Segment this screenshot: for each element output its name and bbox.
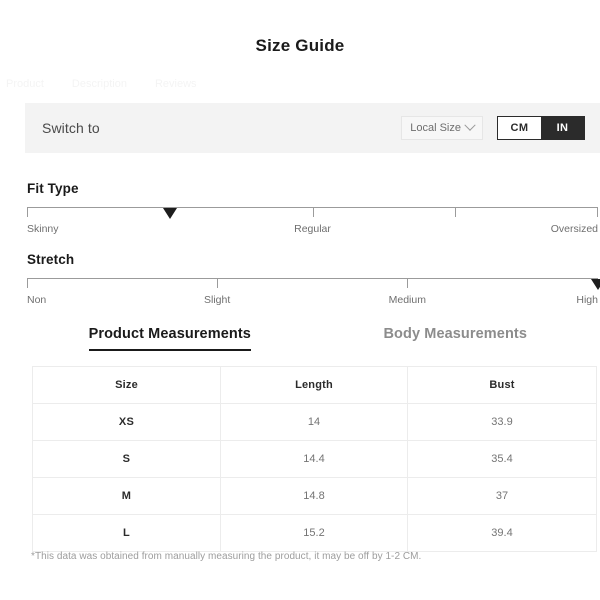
table-row: S 14.4 35.4 xyxy=(32,440,597,478)
page-title: Size Guide xyxy=(255,36,345,55)
cell-size: L xyxy=(32,514,221,552)
axis-tick xyxy=(312,208,314,217)
local-size-value: Local Size xyxy=(410,122,461,134)
switch-to-label: Switch to xyxy=(42,120,100,136)
table-row: XS 14 33.9 xyxy=(32,403,597,441)
axis-tick xyxy=(217,279,219,288)
column-header-size: Size xyxy=(32,366,221,404)
stretch-label-slight: Slight xyxy=(204,294,231,306)
chevron-down-icon xyxy=(464,119,476,131)
fit-type-meter: Fit Type Skinny Regular Oversized xyxy=(27,181,598,239)
tab-body-measurements[interactable]: Body Measurements xyxy=(313,326,599,351)
measurement-tabs: Product Measurements Body Measurements xyxy=(27,326,598,351)
fit-type-labels: Skinny Regular Oversized xyxy=(27,223,598,239)
stretch-label-non: Non xyxy=(27,294,47,306)
fit-type-label-regular: Regular xyxy=(294,223,331,235)
cell-length: 14.4 xyxy=(220,440,408,478)
cell-bust: 33.9 xyxy=(407,403,597,441)
unit-option-cm[interactable]: CM xyxy=(498,117,541,139)
cutoff-tab-strip: Product Description Reviews xyxy=(0,78,250,90)
fit-type-marker xyxy=(162,208,177,219)
fit-type-title: Fit Type xyxy=(27,181,79,196)
tab-cell-body: Body Measurements xyxy=(313,326,599,351)
stretch-labels: Non Slight Medium High xyxy=(27,294,598,310)
cutoff-fragment: Reviews xyxy=(155,78,197,90)
size-chart-table: Size Length Bust XS 14 33.9 S 14.4 35.4 … xyxy=(32,366,597,552)
axis-tick xyxy=(597,208,598,217)
stretch-meter: Stretch Non Slight Medium High xyxy=(27,252,600,310)
measurement-disclaimer: *This data was obtained from manually me… xyxy=(31,551,422,562)
tab-product-measurements[interactable]: Product Measurements xyxy=(88,326,251,351)
fit-type-axis xyxy=(27,207,598,219)
axis-tick xyxy=(27,208,28,217)
table-header-row: Size Length Bust xyxy=(32,366,597,404)
cell-size: S xyxy=(32,440,221,478)
cell-bust: 39.4 xyxy=(407,514,597,552)
fit-type-label-oversized: Oversized xyxy=(550,223,598,235)
stretch-label-high: High xyxy=(576,294,598,306)
cell-length: 14 xyxy=(220,403,408,441)
cutoff-fragment: Description xyxy=(72,78,127,90)
stretch-axis xyxy=(27,278,600,290)
local-size-dropdown[interactable]: Local Size xyxy=(401,116,483,140)
stretch-marker xyxy=(591,279,600,290)
cell-length: 15.2 xyxy=(220,514,408,552)
unit-toggle-group: CM IN xyxy=(497,116,585,140)
unit-switch-bar: Switch to Local Size CM IN xyxy=(25,103,600,153)
stretch-title: Stretch xyxy=(27,252,75,267)
column-header-length: Length xyxy=(220,366,408,404)
unit-option-in[interactable]: IN xyxy=(541,117,584,139)
cell-size: XS xyxy=(32,403,221,441)
cell-bust: 37 xyxy=(407,477,597,515)
cell-size: M xyxy=(32,477,221,515)
table-row: L 15.2 39.4 xyxy=(32,514,597,552)
axis-tick xyxy=(407,279,409,288)
cell-bust: 35.4 xyxy=(407,440,597,478)
fit-type-label-skinny: Skinny xyxy=(27,223,59,235)
column-header-bust: Bust xyxy=(407,366,597,404)
axis-tick xyxy=(27,279,28,288)
stretch-label-medium: Medium xyxy=(388,294,426,306)
table-row: M 14.8 37 xyxy=(32,477,597,515)
axis-tick xyxy=(455,208,457,217)
cutoff-fragment: Product xyxy=(6,78,44,90)
tab-cell-product: Product Measurements xyxy=(27,326,313,351)
cell-length: 14.8 xyxy=(220,477,408,515)
